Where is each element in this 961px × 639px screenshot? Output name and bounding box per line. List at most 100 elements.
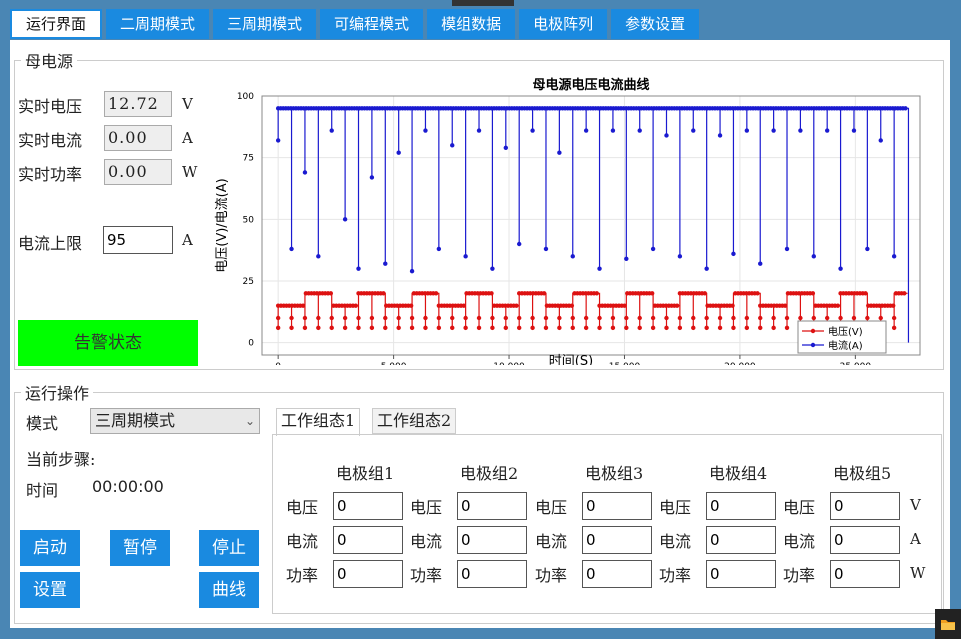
tab-electrode-array[interactable]: 电极阵列 bbox=[519, 9, 608, 39]
electrode-group-1-row-label: 电压 bbox=[286, 498, 319, 517]
voltage-dip-point bbox=[342, 315, 348, 321]
voltage-series-point bbox=[674, 303, 680, 308]
electrode-group-5-power-input[interactable] bbox=[830, 560, 900, 588]
voltage-dip-point bbox=[275, 315, 281, 321]
tab-two-cycle[interactable]: 二周期模式 bbox=[106, 9, 210, 39]
chart-ytick-label: 50 bbox=[243, 215, 255, 225]
electrode-group-2-row-label: 功率 bbox=[410, 566, 443, 585]
electrode-group-1-title: 电极组1 bbox=[336, 464, 395, 483]
settings-button[interactable]: 设置 bbox=[20, 572, 80, 608]
current-dip-point bbox=[838, 266, 843, 271]
voltage-dip-point bbox=[677, 315, 683, 321]
electrode-group-3-current-input[interactable] bbox=[582, 526, 652, 554]
voltage-series-point bbox=[514, 303, 519, 308]
electrode-group-4-power-input[interactable] bbox=[706, 560, 776, 588]
voltage-dip-point bbox=[436, 315, 442, 321]
electrode-group-1-row-label: 功率 bbox=[286, 566, 319, 585]
voltage-series-point bbox=[755, 291, 760, 296]
voltage-dip-point bbox=[423, 325, 428, 331]
current-dip-point bbox=[476, 128, 482, 133]
main-panel: 母电源 实时电压 12.72 V 实时电流 0.00 A 实时功率 0.00 W… bbox=[10, 40, 950, 628]
start-button[interactable]: 启动 bbox=[20, 530, 80, 566]
current-limit-unit: A bbox=[182, 231, 193, 249]
tab-three-cycle[interactable]: 三周期模式 bbox=[213, 9, 317, 39]
current-dip-point bbox=[583, 128, 589, 133]
voltage-dip-point bbox=[329, 325, 334, 331]
tab-run[interactable]: 运行界面 bbox=[10, 9, 103, 39]
chevron-down-icon: ⌄ bbox=[244, 414, 255, 428]
voltage-dip-point bbox=[302, 315, 308, 321]
voltage-dip-point bbox=[677, 325, 683, 331]
legend-entry: 电压(V) bbox=[828, 325, 863, 338]
voltage-dip-point bbox=[637, 315, 642, 321]
current-limit-input[interactable] bbox=[103, 226, 173, 254]
electrode-group-5-voltage-input[interactable] bbox=[830, 492, 900, 520]
voltage-dip-point bbox=[744, 325, 750, 331]
chart-title: 母电源电压电流曲线 bbox=[532, 77, 649, 93]
electrode-group-3-row-label: 电流 bbox=[535, 532, 568, 551]
voltage-dip-point bbox=[691, 325, 696, 331]
electrode-group-3-row-label: 功率 bbox=[535, 566, 568, 585]
electrode-group-3-title: 电极组3 bbox=[585, 464, 644, 483]
voltage-dip-point bbox=[409, 325, 415, 331]
voltage-dip-point bbox=[530, 315, 535, 321]
electrode-group-1-voltage-input[interactable] bbox=[333, 492, 403, 520]
electrode-group-3-power-input[interactable] bbox=[582, 560, 652, 588]
electrode-group-1-power-input[interactable] bbox=[333, 560, 403, 588]
main-tabbar: 运行界面 二周期模式 三周期模式 可编程模式 模组数据 电极阵列 参数设置 bbox=[10, 9, 950, 39]
voltage-series-point bbox=[702, 291, 708, 296]
electrode-group-4-current-input[interactable] bbox=[706, 526, 776, 554]
voltage-dip-point bbox=[624, 325, 629, 331]
tab-module-data[interactable]: 模组数据 bbox=[427, 9, 516, 39]
voltage-dip-point bbox=[865, 315, 870, 321]
electrode-group-5-current-input[interactable] bbox=[830, 526, 900, 554]
mode-select[interactable]: 三周期模式 ⌄ bbox=[90, 408, 260, 434]
pause-button[interactable]: 暂停 bbox=[110, 530, 170, 566]
voltage-dip-point bbox=[583, 325, 589, 331]
electrode-group-1-current-input[interactable] bbox=[333, 526, 403, 554]
chart-xtick-label: 20,000 bbox=[724, 362, 756, 365]
voltage-dip-point bbox=[476, 325, 482, 331]
current-dip-point bbox=[865, 246, 870, 252]
electrode-group-1-row-label: 电流 bbox=[286, 532, 319, 551]
electrode-group-2-voltage-input[interactable] bbox=[457, 492, 527, 520]
voltage-dip-point bbox=[450, 315, 455, 321]
current-dip-point bbox=[771, 128, 776, 133]
chart-xtick-label: 25,000 bbox=[840, 362, 872, 365]
legend-marker bbox=[810, 342, 816, 348]
folder-shortcut[interactable] bbox=[935, 609, 961, 639]
voltage-series-point bbox=[863, 291, 868, 296]
voltage-current-chart: 母电源电压电流曲线 0 25 50 75 100 0 5,000 10,000 15,000 20,… bbox=[215, 77, 921, 365]
voltage-series-point bbox=[810, 291, 816, 296]
voltage-dip-point bbox=[356, 325, 361, 331]
current-dip-point bbox=[717, 133, 723, 138]
electrode-group-2-current-input[interactable] bbox=[457, 526, 527, 554]
electrode-group-3-voltage-input[interactable] bbox=[582, 492, 652, 520]
voltage-dip-point bbox=[744, 315, 750, 321]
voltage-series-point bbox=[594, 291, 599, 296]
electrode-group-2-power-input[interactable] bbox=[457, 560, 527, 588]
tab-work-config-1[interactable]: 工作组态1 bbox=[276, 408, 361, 436]
current-dip-point bbox=[369, 175, 375, 180]
curve-button[interactable]: 曲线 bbox=[199, 572, 259, 608]
voltage-dip-point bbox=[784, 315, 790, 321]
voltage-series-point bbox=[782, 303, 788, 308]
electrode-group-4-voltage-input[interactable] bbox=[706, 492, 776, 520]
voltage-dip-point bbox=[650, 315, 656, 321]
voltage-dip-point bbox=[476, 315, 482, 321]
current-dip-point bbox=[758, 261, 763, 266]
chart-xtick-label: 15,000 bbox=[609, 362, 641, 365]
tab-parameters[interactable]: 参数设置 bbox=[611, 9, 700, 39]
chart-frame bbox=[261, 95, 921, 356]
current-dip-point bbox=[543, 246, 549, 252]
voltage-dip-point bbox=[396, 325, 401, 331]
tab-work-config-2[interactable]: 工作组态2 bbox=[372, 408, 457, 434]
voltage-dip-point bbox=[342, 325, 348, 331]
current-dip-point bbox=[637, 128, 642, 133]
current-dip-point bbox=[409, 268, 415, 274]
stop-button[interactable]: 停止 bbox=[199, 530, 259, 566]
voltage-dip-point bbox=[436, 325, 442, 331]
tab-programmable[interactable]: 可编程模式 bbox=[320, 9, 424, 39]
time-value: 00:00:00 bbox=[92, 477, 164, 496]
current-step-label: 当前步骤: bbox=[26, 450, 96, 469]
